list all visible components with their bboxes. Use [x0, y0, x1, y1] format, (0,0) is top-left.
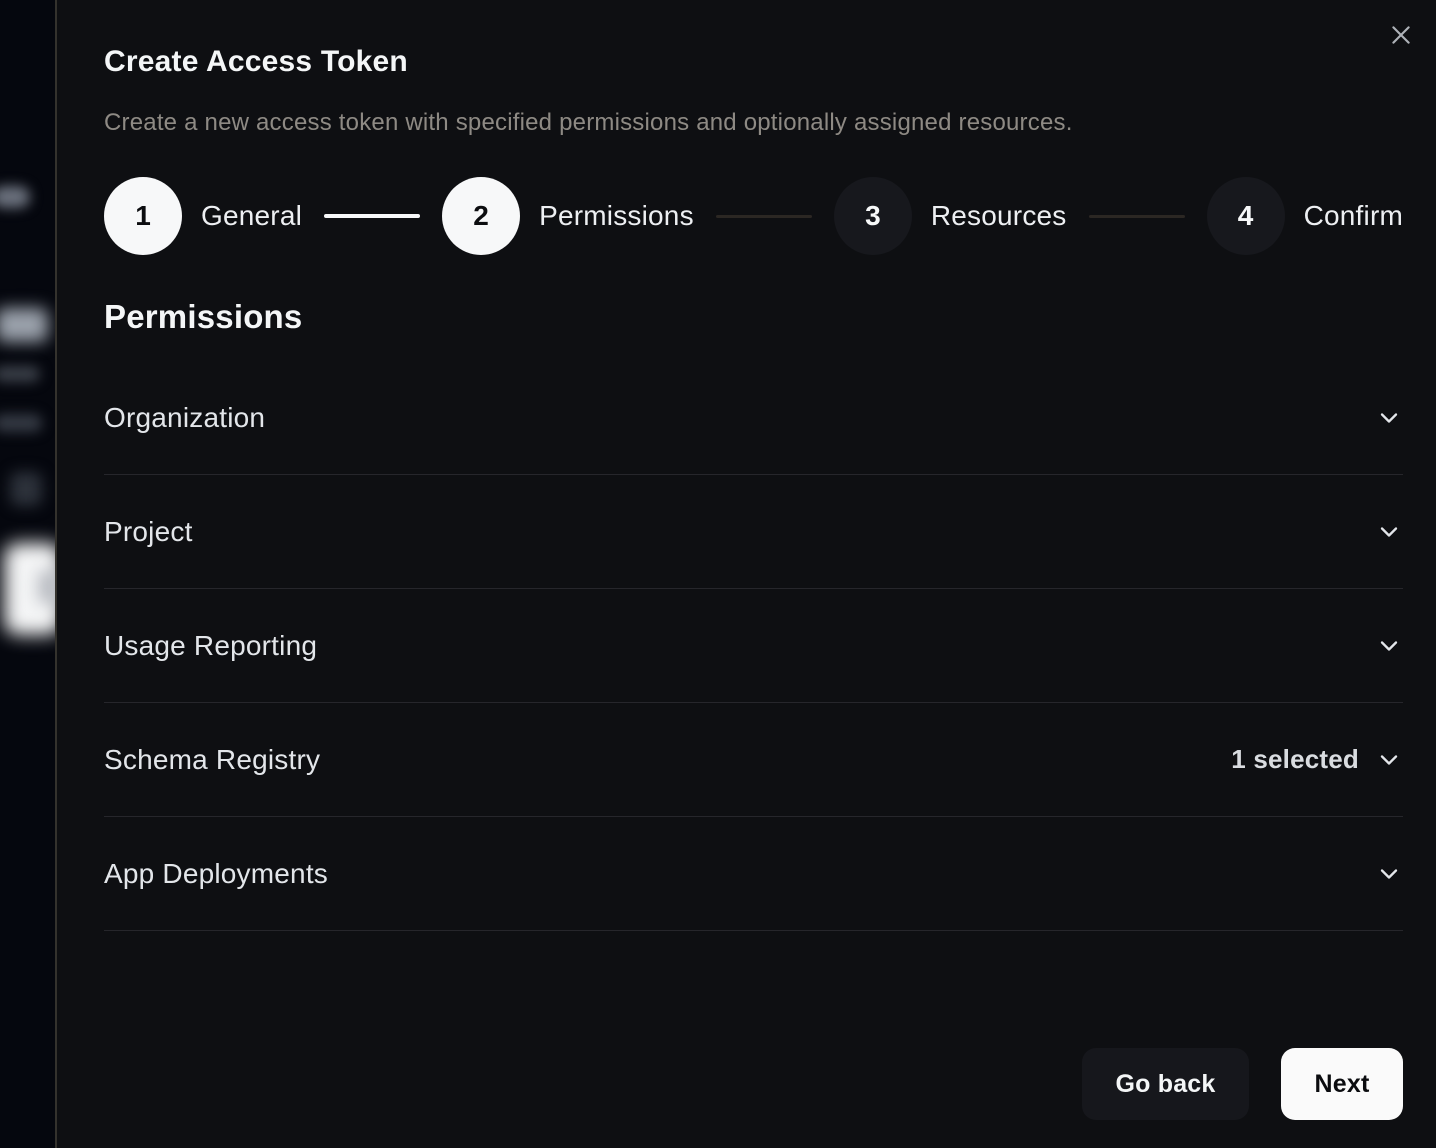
- step-number-badge: 2: [442, 177, 520, 255]
- background-blur-card-detail: [38, 570, 55, 604]
- accordion-schema-registry[interactable]: Schema Registry 1 selected: [104, 703, 1403, 817]
- stepper-connector: [716, 215, 812, 218]
- background-blur-heading: [0, 308, 48, 342]
- stepper-connector: [324, 214, 420, 218]
- accordion-label: Organization: [104, 402, 265, 434]
- next-button[interactable]: Next: [1281, 1048, 1403, 1120]
- stepper-connector: [1089, 215, 1185, 218]
- close-icon: [1388, 22, 1414, 48]
- accordion-right: [1375, 518, 1403, 546]
- background-blur-icon: [10, 472, 42, 506]
- background-page: [0, 0, 55, 1148]
- stepper-step-general[interactable]: 1 General: [104, 177, 302, 255]
- accordion-app-deployments[interactable]: App Deployments: [104, 817, 1403, 931]
- chevron-down-icon: [1375, 860, 1403, 888]
- background-blur-text: [0, 414, 42, 432]
- step-label: General: [201, 200, 302, 232]
- accordion-label: Usage Reporting: [104, 630, 317, 662]
- go-back-button[interactable]: Go back: [1082, 1048, 1249, 1120]
- step-number-badge: 1: [104, 177, 182, 255]
- stepper-step-permissions[interactable]: 2 Permissions: [442, 177, 694, 255]
- step-number-badge: 3: [834, 177, 912, 255]
- accordion-label: App Deployments: [104, 858, 328, 890]
- accordion-project[interactable]: Project: [104, 475, 1403, 589]
- background-blur-text: [0, 366, 40, 382]
- accordion-right: [1375, 404, 1403, 432]
- chevron-down-icon: [1375, 518, 1403, 546]
- modal-footer: Go back Next: [1082, 1048, 1403, 1120]
- modal-subtitle: Create a new access token with specified…: [104, 108, 1403, 137]
- accordion-right: [1375, 860, 1403, 888]
- permissions-accordion-list: Organization Project Usage Reporting: [104, 361, 1403, 931]
- accordion-usage-reporting[interactable]: Usage Reporting: [104, 589, 1403, 703]
- background-blur-menu: [0, 186, 30, 208]
- accordion-label: Schema Registry: [104, 744, 320, 776]
- step-label: Confirm: [1304, 200, 1403, 232]
- accordion-organization[interactable]: Organization: [104, 361, 1403, 475]
- step-label: Permissions: [539, 200, 694, 232]
- close-button[interactable]: [1384, 18, 1418, 52]
- stepper-step-resources[interactable]: 3 Resources: [834, 177, 1067, 255]
- stepper: 1 General 2 Permissions 3 Resources 4 Co…: [104, 177, 1403, 255]
- accordion-selected-badge: 1 selected: [1231, 744, 1359, 775]
- accordion-right: [1375, 632, 1403, 660]
- permissions-heading: Permissions: [104, 297, 1403, 337]
- chevron-down-icon: [1375, 632, 1403, 660]
- step-label: Resources: [931, 200, 1067, 232]
- step-number-badge: 4: [1207, 177, 1285, 255]
- stepper-step-confirm[interactable]: 4 Confirm: [1207, 177, 1403, 255]
- create-access-token-modal: Create Access Token Create a new access …: [55, 0, 1436, 1148]
- modal-title: Create Access Token: [104, 44, 1403, 80]
- accordion-label: Project: [104, 516, 193, 548]
- chevron-down-icon: [1375, 746, 1403, 774]
- chevron-down-icon: [1375, 404, 1403, 432]
- accordion-right: 1 selected: [1231, 744, 1403, 775]
